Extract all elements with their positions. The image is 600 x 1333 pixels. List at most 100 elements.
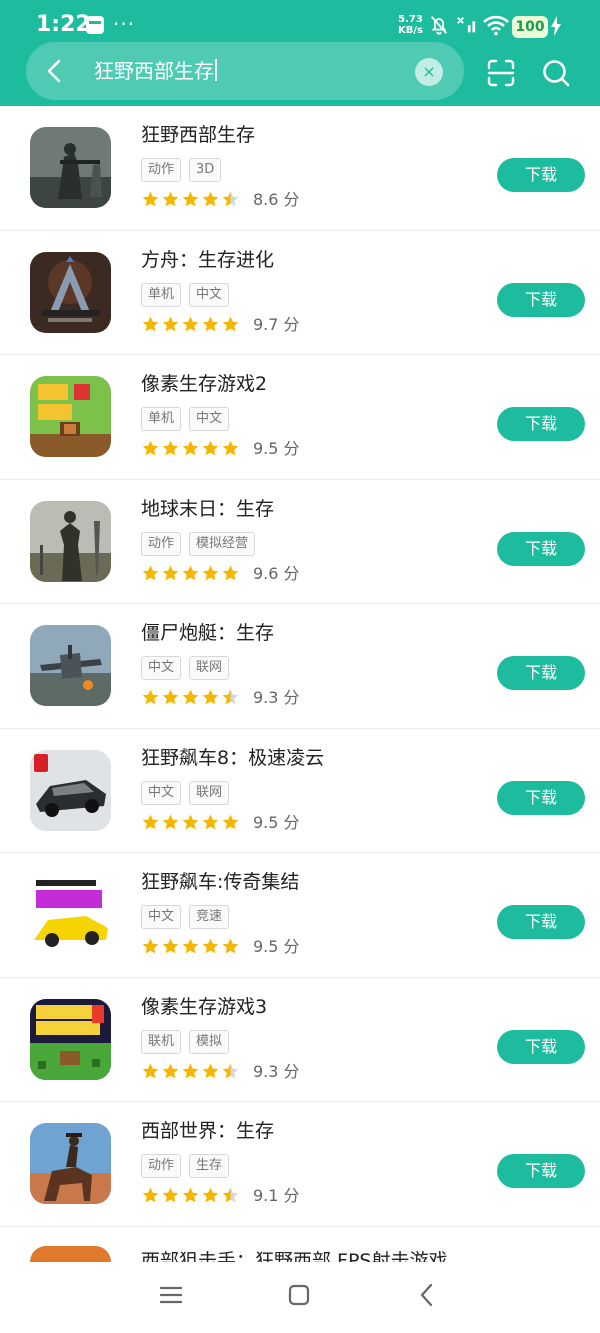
star-full-icon (202, 689, 219, 705)
app-name[interactable]: 像素生存游戏3 (141, 994, 267, 1020)
search-query-text: 狂野西部生存 (94, 59, 214, 83)
rating-stars (141, 564, 241, 584)
text-cursor (215, 59, 217, 81)
app-tags: 中文 联网 (141, 656, 237, 680)
search-results-list: 狂野西部生存 动作 3D 8.6 分 下载 方舟：生存进化 单机 中文 9.7 分 … (0, 106, 600, 1227)
app-name[interactable]: 狂野西部生存 (141, 122, 255, 148)
system-back-icon[interactable] (414, 1282, 440, 1308)
scan-icon[interactable] (486, 58, 516, 88)
star-full-icon (202, 565, 219, 580)
download-button[interactable]: 下载 (497, 780, 585, 815)
star-full-icon (162, 1063, 179, 1078)
star-full-icon (142, 565, 159, 580)
app-name[interactable]: 僵尸炮艇：生存 (141, 620, 274, 646)
tag: 动作 (141, 1154, 182, 1178)
star-full-icon (142, 1063, 159, 1078)
result-item[interactable]: 狂野飙车:传奇集结 中文 竞速 9.5 分 下载 (0, 853, 600, 978)
search-icon[interactable] (541, 58, 571, 88)
rating-stars (141, 813, 241, 833)
wifi-icon (483, 15, 509, 36)
result-item[interactable]: 地球末日：生存 动作 模拟经营 9.6 分 下载 (0, 480, 600, 604)
tag: 联网 (189, 780, 230, 805)
star-full-icon (162, 814, 179, 829)
star-full-icon (202, 1063, 219, 1078)
app-icon-pixel-survival-3[interactable] (30, 998, 111, 1080)
rating-score: 9.3 分 (253, 1061, 300, 1081)
system-nav-bar (0, 1262, 600, 1333)
home-icon[interactable] (286, 1282, 312, 1308)
more-notifications-icon: ··· (113, 12, 136, 36)
app-icon-wild-west-survival[interactable] (30, 127, 111, 208)
rating-stars (141, 1062, 241, 1082)
download-button[interactable]: 下载 (497, 1029, 585, 1064)
rating-score: 9.6 分 (253, 563, 300, 583)
app-icon-asphalt-legends-unite[interactable] (30, 874, 111, 955)
download-button[interactable]: 下载 (497, 1154, 585, 1188)
app-tags: 单机 中文 (141, 407, 237, 431)
tag: 联网 (189, 656, 230, 680)
rating-score: 9.7 分 (253, 314, 300, 334)
result-item[interactable]: 僵尸炮艇：生存 中文 联网 9.3 分 下载 (0, 604, 600, 729)
tag: 单机 (141, 407, 182, 431)
result-item[interactable]: 狂野西部生存 动作 3D 8.6 分 下载 (0, 106, 600, 231)
star-full-icon (222, 814, 239, 829)
rating-stars (141, 937, 241, 957)
app-name[interactable]: 狂野飙车8：极速凌云 (141, 745, 324, 771)
tag: 竞速 (189, 905, 230, 929)
app-icon-ark-survival[interactable] (30, 251, 111, 333)
app-name[interactable]: 方舟：生存进化 (141, 247, 274, 273)
status-time: 1:22 (36, 12, 91, 37)
app-name[interactable]: 地球末日：生存 (141, 496, 274, 522)
app-name[interactable]: 西部狙击手：狂野西部 FPS射击游戏 (141, 1246, 448, 1262)
app-name[interactable]: 狂野飙车:传奇集结 (141, 869, 299, 895)
back-arrow-icon[interactable] (40, 56, 70, 86)
result-item[interactable]: 像素生存游戏3 联机 模拟 9.3 分 下载 (0, 978, 600, 1102)
download-button[interactable]: 下载 (497, 531, 585, 566)
tag: 动作 (141, 158, 182, 182)
star-half-icon (222, 1063, 239, 1078)
result-item[interactable]: 西部世界：生存 动作 生存 9.1 分 下载 (0, 1102, 600, 1227)
app-icon-westland-survival[interactable] (30, 1123, 111, 1204)
star-full-icon (142, 689, 159, 705)
download-button[interactable]: 下载 (497, 656, 585, 690)
result-item[interactable]: 像素生存游戏2 单机 中文 9.5 分 下载 (0, 355, 600, 480)
app-icon-western-sniper[interactable] (30, 1246, 111, 1262)
clear-search-icon[interactable]: × (415, 58, 443, 86)
star-full-icon (162, 565, 179, 580)
network-speed: 5.73 KB/s (398, 14, 423, 36)
app-name[interactable]: 西部世界：生存 (141, 1118, 274, 1144)
star-full-icon (182, 689, 199, 705)
tag: 中文 (189, 282, 230, 307)
tag: 生存 (189, 1154, 230, 1178)
result-item[interactable]: 方舟：生存进化 单机 中文 9.7 分 下载 (0, 231, 600, 355)
app-tags: 中文 竞速 (141, 905, 237, 929)
tag: 单机 (141, 282, 182, 307)
app-icon-last-day-on-earth[interactable] (30, 500, 111, 582)
app-icon-pixel-survival-2[interactable] (30, 376, 111, 457)
download-button[interactable]: 下载 (497, 905, 585, 939)
star-full-icon (162, 938, 179, 954)
star-full-icon (142, 814, 159, 829)
network-speed-unit: KB/s (398, 25, 423, 36)
recent-apps-icon[interactable] (158, 1282, 184, 1308)
download-button[interactable]: 下载 (497, 282, 585, 317)
app-tags: 动作 模拟经营 (141, 531, 263, 556)
star-half-icon (222, 689, 239, 705)
star-full-icon (182, 814, 199, 829)
star-full-icon (202, 440, 219, 456)
search-input[interactable]: 狂野西部生存 (94, 58, 217, 84)
result-item[interactable]: 狂野飙车8：极速凌云 中文 联网 9.5 分 下载 (0, 729, 600, 853)
app-name[interactable]: 像素生存游戏2 (141, 371, 267, 397)
result-item-partial[interactable]: 西部狙击手：狂野西部 FPS射击游戏 (0, 1226, 600, 1262)
status-bar: 1:22 ··· 5.73 KB/s 100 (0, 0, 600, 44)
search-bar[interactable] (26, 42, 464, 100)
tag: 中文 (189, 407, 230, 431)
download-button[interactable]: 下载 (497, 158, 585, 192)
download-button[interactable]: 下载 (497, 407, 585, 441)
star-full-icon (202, 191, 219, 207)
star-full-icon (182, 1187, 199, 1203)
star-full-icon (142, 440, 159, 456)
app-icon-zombie-gunship[interactable] (30, 625, 111, 706)
app-icon-asphalt-8[interactable] (30, 749, 111, 831)
rating-stars (141, 1186, 241, 1206)
